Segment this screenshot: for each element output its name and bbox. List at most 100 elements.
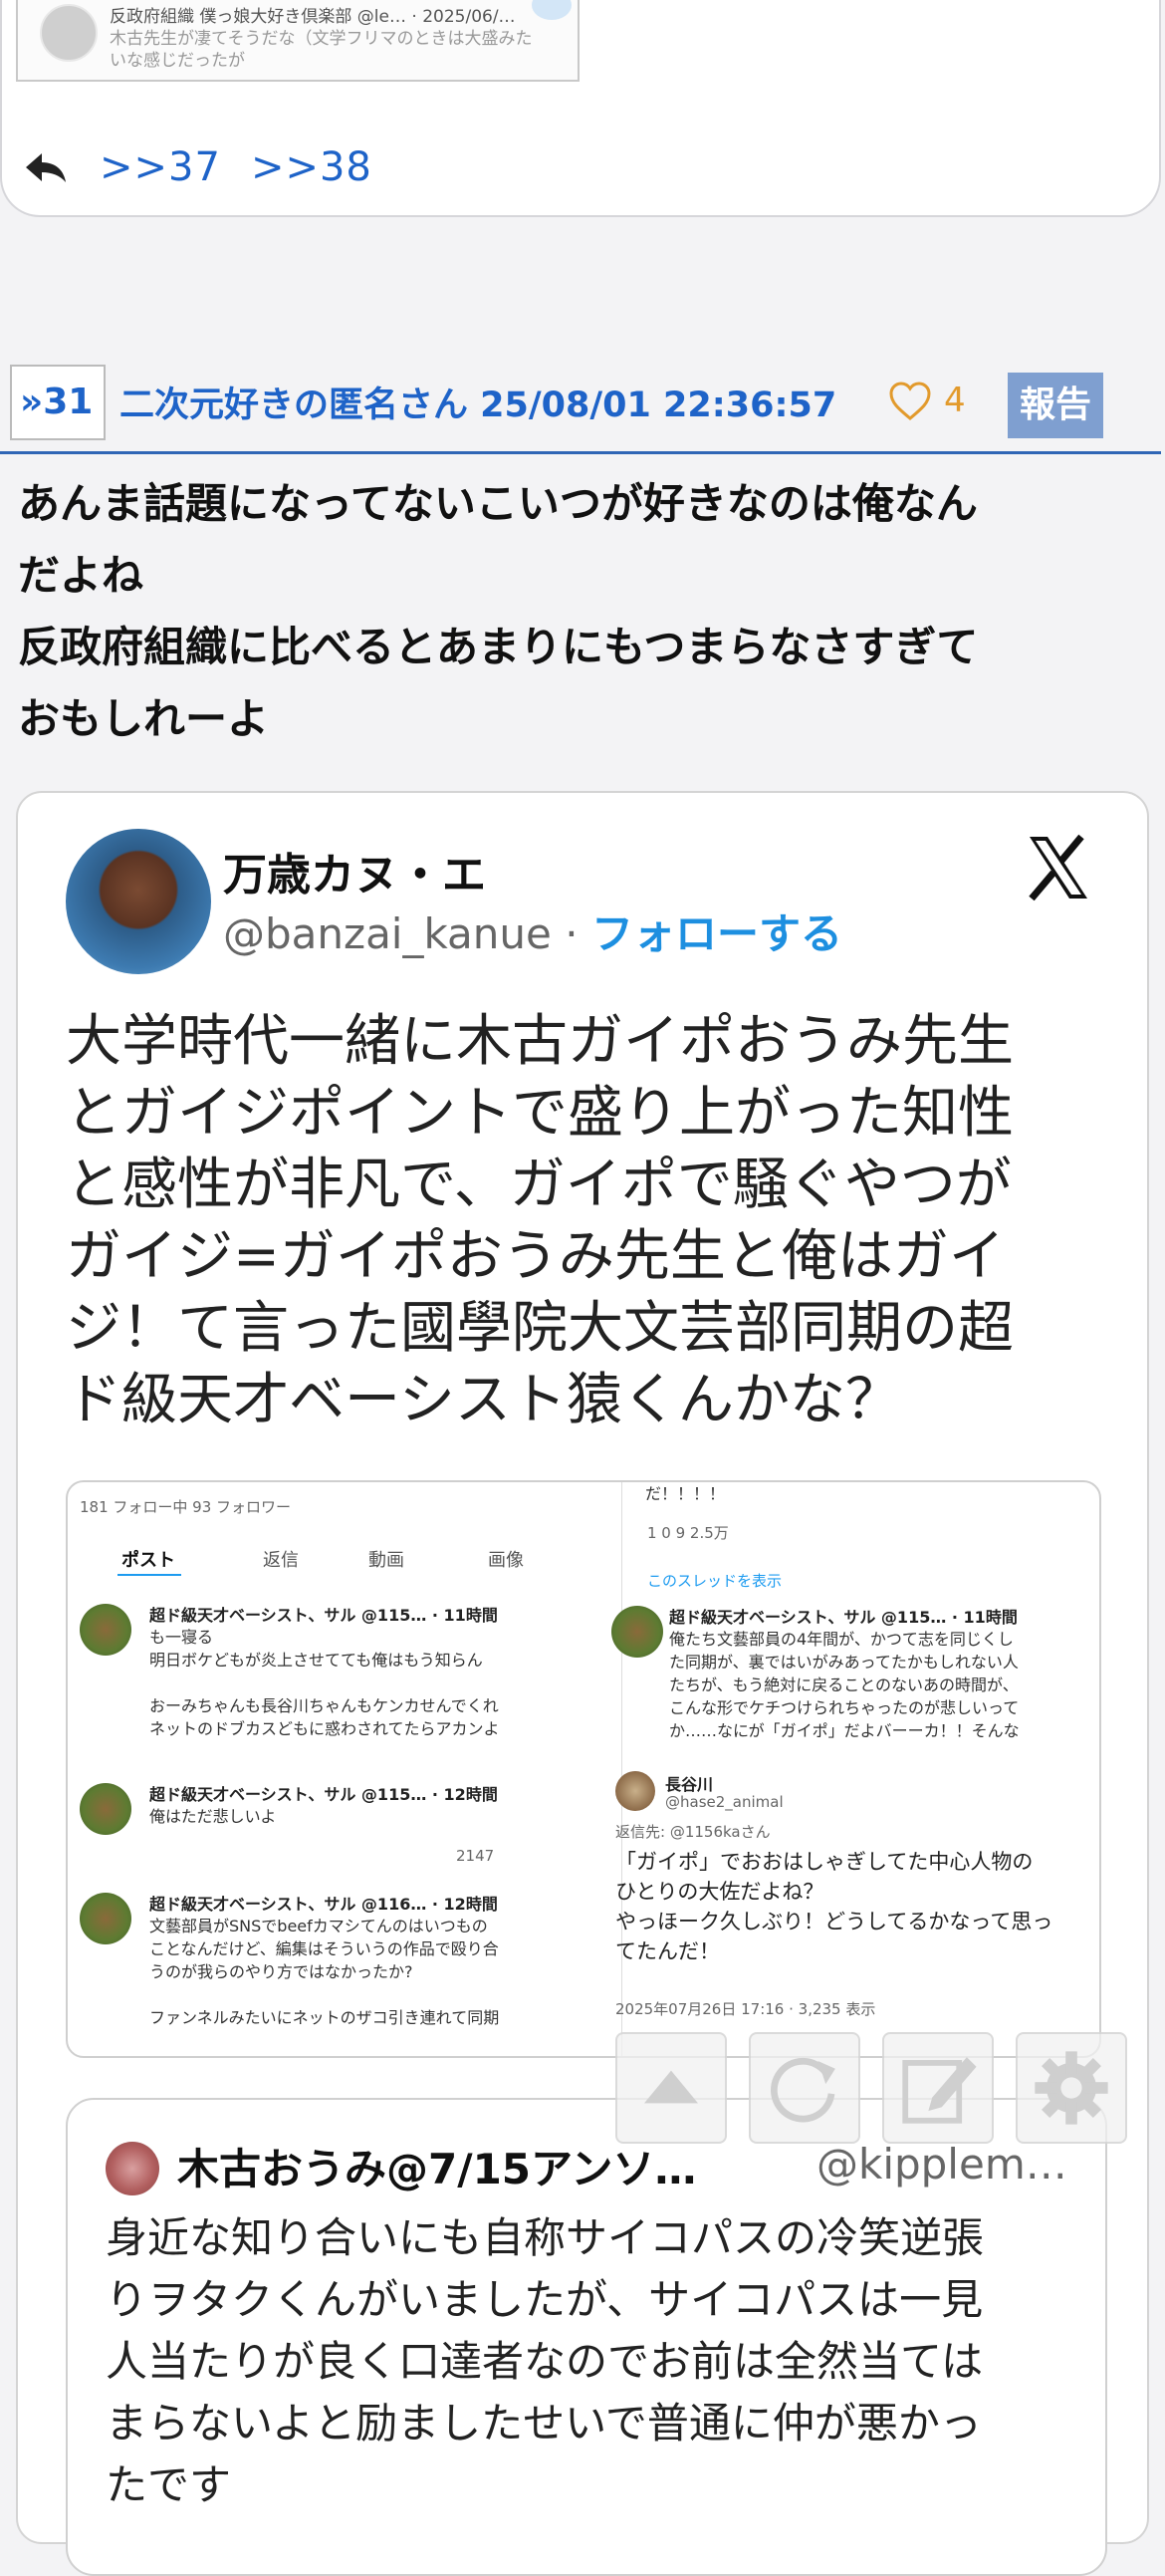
post-author-date: 二次元好きの匿名さん 25/08/01 22:36:57 [119, 386, 837, 425]
screenshot-text: だ！！！！ [645, 1484, 726, 1503]
screenshot-post-text: も一寝る 明日ボケどもが炎上させてても俺はもう知らん おーみちゃんも長谷川ちゃん… [149, 1626, 500, 1740]
avatar [615, 1771, 655, 1811]
reply-meta: 2025年07月26日 17:16 · 3,235 表示 [615, 2000, 876, 2018]
tweet-text-line: ガイジ=ガイポおうみ先生と俺はガイ [66, 1224, 1005, 1289]
tab-posts: ポスト [121, 1550, 175, 1571]
screenshot-post-name: 超ド級天才ベーシスト、サル @116… · 12時間 [149, 1895, 498, 1914]
text-line: ファンネルみたいにネットのザコ引き連れて同期 [149, 2008, 500, 2027]
screenshot-post-name: 超ド級天才ベーシスト、サル @115… · 11時間 [669, 1608, 1018, 1627]
text-line: うのが我らのやり方ではなかったか? [149, 1962, 413, 1981]
embedded-tweet[interactable]: 万歳カヌ・エ @banzai_kanue · フォローする 大学時代一緒に木古ガ… [16, 791, 1149, 2576]
reply-anchor-link[interactable]: >>38 [251, 144, 372, 190]
show-thread-link: このスレッドを表示 [647, 1572, 783, 1590]
triangle-up-icon [644, 2070, 698, 2104]
reply-author-handle: @hase2_animal [665, 1793, 784, 1811]
previous-post-card: 反政府組織 僕っ娘大好き倶楽部 @le… · 2025/06/… 木古先生が凄て… [0, 0, 1161, 217]
tweet-handle[interactable]: @banzai_kanue [223, 909, 552, 958]
post-body: あんま話題になってないこいつが好きなのは俺なん だよね 反政府組織に比べるとあま… [18, 468, 1133, 755]
x-logo-icon[interactable] [1024, 833, 1093, 902]
tweet-text-line: ド級天才ベーシスト猿くんかな？ [66, 1368, 901, 1432]
reply-to-label: 返信先: @1156kaさん [615, 1823, 771, 1841]
quoted-text-line: たです [106, 2460, 232, 2509]
screenshot-right-panel: だ！！！！ 1 0 9 2.5万 このスレッドを表示 超ド級天才ベーシスト、サル… [611, 1482, 1099, 2056]
tweet-attached-image[interactable]: 181 フォロー中 93 フォロワー ポスト 返信 動画 画像 超ド級天才ベーシ… [66, 1480, 1101, 2058]
screenshot-post-text: 文藝部員がSNSでbeefカマシてんのはいつもの ことなんだけど、編集はそういう… [149, 1915, 499, 2029]
screenshot-post-name: 超ド級天才ベーシスト、サル @115… · 12時間 [149, 1785, 498, 1804]
post-header: »31 二次元好きの匿名さん 25/08/01 22:36:57 4 報告 [0, 359, 1161, 454]
thumbnail-badge [532, 0, 572, 20]
text-line: てたんだ！ [615, 1939, 720, 1963]
tweet-text-line: 大学時代一緒に木古ガイポおうみ先生 [66, 1009, 1014, 1074]
text-line: た同期が、裏ではいがみあってたかもしれない人 [669, 1653, 1019, 1672]
screenshot-left-panel: 181 フォロー中 93 フォロワー ポスト 返信 動画 画像 超ド級天才ベーシ… [68, 1482, 622, 2056]
tweet-separator: · [551, 909, 591, 958]
avatar [80, 1783, 131, 1835]
tweet-text-line: と感性が非凡で、ガイポで騒ぐやつが [66, 1153, 1012, 1217]
tab-images: 画像 [488, 1550, 524, 1571]
post-body-line: 反政府組織に比べるとあまりにもつまらなさすぎて [18, 623, 979, 671]
post-number[interactable]: »31 [10, 365, 106, 440]
embedded-tweet-thumbnail[interactable]: 反政府組織 僕っ娘大好き倶楽部 @le… · 2025/06/… 木古先生が凄て… [16, 0, 580, 82]
tab-replies: 返信 [263, 1550, 299, 1571]
text-line [149, 1672, 500, 1694]
reload-button[interactable] [749, 2032, 860, 2144]
tweet-text-line: とガイジポイントで盛り上がった知性 [66, 1081, 1014, 1146]
text-line: たちが、もう絶対に戻ることのないあの時間が、 [669, 1675, 1019, 1694]
text-line: ネットのドブカスどもに惑わされてたらアカンよ [149, 1719, 500, 1738]
text-line: 「ガイポ」でおおはしゃぎしてた中心人物の [615, 1850, 1034, 1874]
quoted-text-line: 身近な知り合いにも自称サイコパスの冷笑逆張 [106, 2213, 985, 2262]
reply-icon[interactable] [22, 149, 70, 185]
gear-icon [1035, 2051, 1108, 2125]
post-body-line: あんま話題になってないこいつが好きなのは俺なん [18, 479, 978, 528]
post-body-line: おもしれーよ [18, 694, 270, 743]
screenshot-post-name: 超ド級天才ベーシスト、サル @115… · 11時間 [149, 1606, 498, 1625]
avatar [80, 1604, 131, 1656]
scroll-top-button[interactable] [615, 2032, 727, 2144]
tab-videos: 動画 [368, 1550, 404, 1571]
text-line: ひとりの大佐だよね？ [615, 1880, 824, 1904]
text-line: 明日ボケどもが炎上させてても俺はもう知らん [149, 1651, 483, 1670]
screenshot-post-text: 俺はただ悲しいよ [149, 1807, 277, 1826]
quoted-author-handle[interactable]: @kipplem… [816, 2140, 1085, 2189]
compose-button[interactable] [882, 2032, 994, 2144]
text-line: おーみちゃんも長谷川ちゃんもケンカせんでくれ [149, 1696, 499, 1715]
text-line: ことなんだけど、編集はそういうの作品で殴り合 [149, 1939, 499, 1958]
reload-icon [771, 2057, 835, 2123]
quoted-text-line: りヲタクくんがいましたが、サイコパスは一見 [106, 2275, 984, 2324]
tab-indicator [117, 1574, 181, 1576]
quoted-text-line: まらないよと励ましたせいで普通に仲が悪かっ [106, 2399, 982, 2447]
screenshot-post-text: 俺たち文藝部員の4年間が、かつて志を同じくし た同期が、裏ではいがみあってたかも… [669, 1628, 1020, 1742]
tweet-text-line: ジ！て言った國學院大文芸部同期の超 [66, 1296, 1014, 1361]
text-line [149, 1983, 499, 2006]
edit-icon [902, 2057, 977, 2124]
engagement-stats: 1 0 9 2.5万 [647, 1524, 729, 1542]
thumbnail-text: いな感じだったが [110, 51, 245, 71]
report-button[interactable]: 報告 [1008, 373, 1103, 438]
avatar [611, 1606, 663, 1658]
follow-stats: 181 フォロー中 93 フォロワー [80, 1498, 292, 1516]
avatar [40, 4, 98, 62]
text-line: 俺たち文藝部員の4年間が、かつて志を同じくし [669, 1630, 1014, 1649]
avatar [80, 1893, 131, 1944]
tweet-author-name[interactable]: 万歳カヌ・エ [223, 839, 486, 902]
quoted-text: 身近な知り合いにも自称サイコパスの冷笑逆張 りヲタクくんがいましたが、サイコパス… [106, 2207, 1081, 2516]
view-count: 2147 [456, 1847, 495, 1865]
settings-button[interactable] [1016, 2032, 1127, 2144]
text-line: も一寝る [149, 1628, 214, 1647]
follow-button[interactable]: フォローする [591, 909, 842, 958]
text-line: やっほーク久しぶり！どうしてるかなって思っ [615, 1910, 1053, 1933]
like-count: 4 [944, 381, 966, 420]
text-line: こんな形でケチつけられちゃったのが悲しいって [669, 1698, 1020, 1717]
tweet-author-handle: @banzai_kanue · フォローする [223, 901, 842, 961]
tweet-text: 大学時代一緒に木古ガイポおうみ先生 とガイジポイントで盛り上がった知性 と感性が… [66, 1006, 1101, 1436]
reply-text: 「ガイポ」でおおはしゃぎしてた中心人物の ひとりの大佐だよね？ やっほーク久しぶ… [615, 1847, 1052, 1966]
reply-anchor-link[interactable]: >>37 [100, 144, 221, 190]
quoted-text-line: 人当たりが良く口達者なのでお前は全然当ては [106, 2337, 984, 2386]
quoted-avatar[interactable] [106, 2142, 159, 2195]
text-line: 文藝部員がSNSでbeefカマシてんのはいつもの [149, 1917, 488, 1935]
post-body-line: だよね [18, 551, 144, 600]
heart-icon[interactable] [888, 381, 932, 424]
tweet-avatar[interactable] [66, 829, 211, 974]
reply-author-name: 長谷川 [665, 1775, 714, 1794]
quoted-tweet[interactable]: 木古おうみ@7/15アンソ… @kipplem… 身近な知り合いにも自称サイコパ… [66, 2098, 1107, 2576]
